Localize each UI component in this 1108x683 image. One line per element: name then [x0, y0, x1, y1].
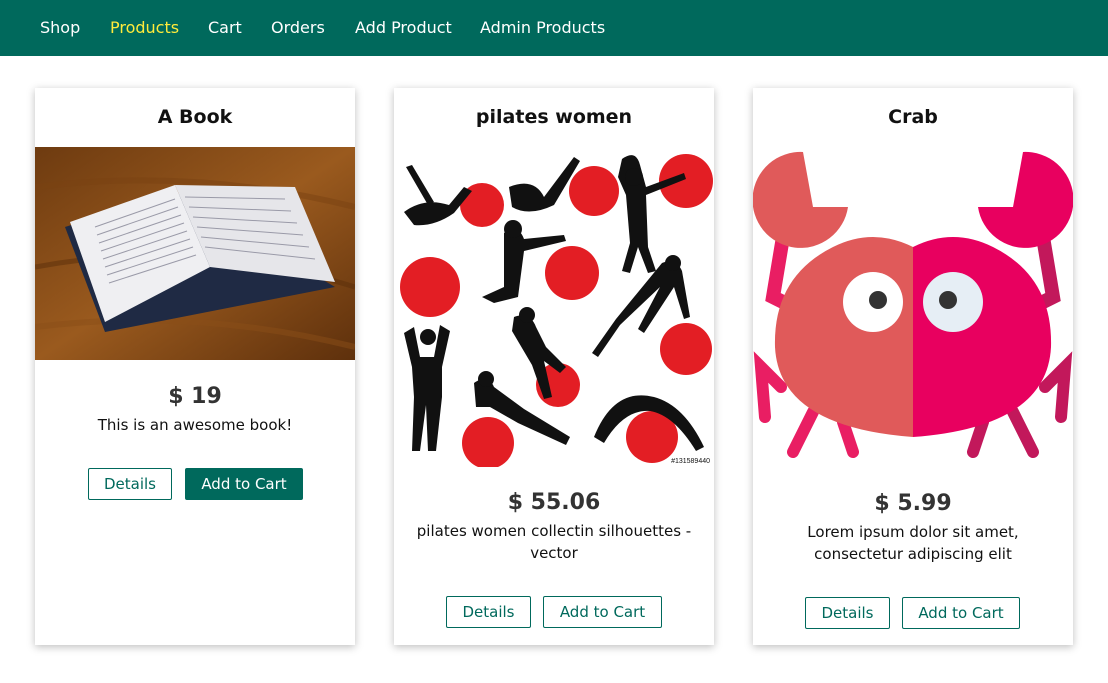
nav-add-product-link[interactable]: Add Product — [355, 18, 452, 38]
product-card: pilates women #131589440 $ 55.06 pilates… — [394, 88, 714, 645]
details-button[interactable]: Details — [805, 597, 890, 629]
product-price: $ 5.99 — [874, 491, 952, 516]
nav-orders-link[interactable]: Orders — [271, 18, 325, 38]
open-book-image — [35, 147, 355, 360]
product-price: $ 19 — [168, 384, 222, 409]
nav-products-link[interactable]: Products — [110, 18, 179, 38]
add-to-cart-button[interactable]: Add to Cart — [902, 597, 1020, 629]
top-navigation: Shop Products Cart Orders Add Product Ad… — [0, 0, 1108, 56]
product-description: Lorem ipsum dolor sit amet, consectetur … — [807, 523, 1019, 563]
crab-illustration-image — [753, 147, 1073, 467]
add-to-cart-button[interactable]: Add to Cart — [185, 468, 303, 500]
product-description: pilates women collectin silhouettes - ve… — [416, 522, 692, 562]
details-button[interactable]: Details — [446, 596, 531, 628]
product-description: This is an awesome book! — [97, 416, 293, 434]
product-card: Crab $ 5.99 Lorem ipsum dolor sit amet, … — [753, 88, 1073, 645]
product-image — [753, 147, 1073, 467]
details-button[interactable]: Details — [88, 468, 172, 500]
product-image — [35, 147, 355, 360]
product-image: #131589440 — [394, 147, 714, 467]
nav-cart-link[interactable]: Cart — [208, 18, 242, 38]
product-card: A Book $ 19 This is an awesome book! Det… — [35, 88, 355, 645]
product-title: Crab — [888, 106, 938, 128]
add-to-cart-button[interactable]: Add to Cart — [543, 596, 662, 628]
nav-admin-products-link[interactable]: Admin Products — [480, 18, 605, 38]
product-title: A Book — [157, 106, 233, 128]
product-title: pilates women — [475, 106, 633, 128]
nav-shop-link[interactable]: Shop — [40, 18, 80, 38]
product-price: $ 55.06 — [507, 490, 601, 515]
image-stock-number: #131589440 — [671, 458, 710, 465]
pilates-silhouettes-image: #131589440 — [394, 147, 714, 467]
